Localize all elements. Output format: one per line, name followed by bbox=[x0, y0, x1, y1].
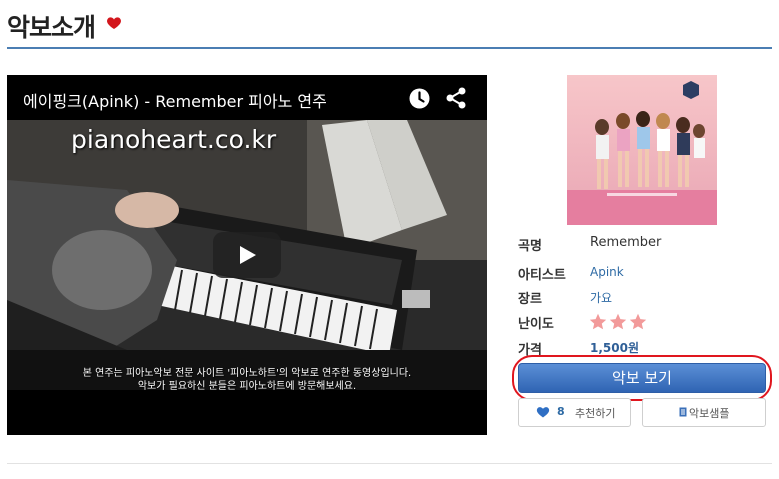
video-player[interactable]: 에이핑크(Apink) - Remember 피아노 연주 pianoheart… bbox=[7, 75, 487, 435]
song-label: 곡명 bbox=[518, 239, 542, 254]
star-icon bbox=[609, 313, 627, 330]
heart-icon bbox=[107, 17, 121, 29]
difficulty-label: 난이도 bbox=[518, 317, 554, 332]
view-score-button[interactable]: 악보 보기 bbox=[518, 363, 766, 393]
clock-icon[interactable] bbox=[409, 88, 430, 109]
score-sample-button[interactable]: 악보샘플 bbox=[642, 398, 766, 427]
like-button[interactable]: 8 추천하기 bbox=[518, 398, 631, 427]
like-label: 추천하기 bbox=[575, 407, 616, 420]
genre-label: 장르 bbox=[518, 292, 542, 307]
video-watermark: pianoheart.co.kr bbox=[71, 125, 277, 154]
score-sample-label: 악보샘플 bbox=[689, 407, 730, 420]
page-title: 악보소개 bbox=[7, 13, 96, 42]
title-divider bbox=[7, 47, 772, 49]
genre-link[interactable]: 가요 bbox=[590, 289, 612, 306]
price-value: 1,500원 bbox=[590, 341, 639, 355]
star-icon bbox=[629, 313, 647, 330]
bottom-divider bbox=[7, 463, 772, 464]
heart-icon bbox=[536, 407, 550, 418]
video-title[interactable]: 에이핑크(Apink) - Remember 피아노 연주 bbox=[23, 88, 327, 112]
document-icon bbox=[679, 407, 687, 417]
like-count: 8 bbox=[557, 405, 565, 418]
price-label: 가격 bbox=[518, 343, 542, 358]
share-icon[interactable] bbox=[445, 87, 467, 109]
artist-link[interactable]: Apink bbox=[590, 265, 624, 279]
song-title: Remember bbox=[590, 235, 662, 250]
video-subtitle-line-2: 악보가 필요하신 분들은 피아노하트에 방문해보세요. bbox=[137, 381, 357, 392]
star-icon bbox=[589, 313, 607, 330]
artist-label: 아티스트 bbox=[518, 268, 566, 283]
play-button[interactable] bbox=[213, 232, 281, 278]
difficulty-stars bbox=[589, 313, 647, 330]
album-cover bbox=[567, 75, 717, 225]
